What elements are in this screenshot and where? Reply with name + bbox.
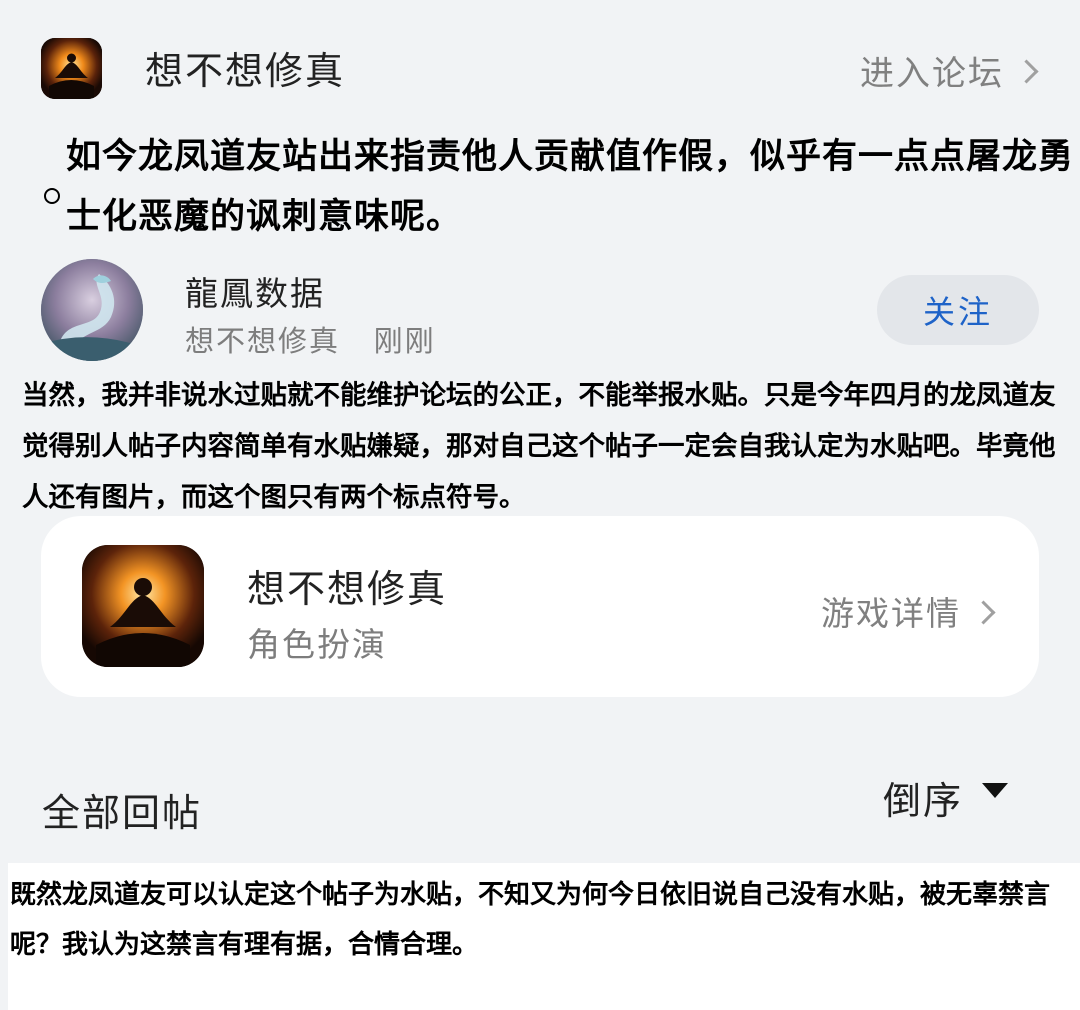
game-detail-label: 游戏详情: [821, 594, 961, 633]
game-category: 角色扮演: [247, 625, 387, 664]
avatar[interactable]: [41, 259, 143, 361]
post-body: 当然，我并非说水过贴就不能维护论坛的公正，不能举报水贴。只是今年四月的龙凤道友觉…: [22, 380, 1056, 513]
game-detail-link[interactable]: 游戏详情: [821, 587, 996, 635]
enter-forum-link[interactable]: 进入论坛: [860, 46, 1039, 95]
post-time: 刚刚: [373, 324, 436, 358]
chevron-right-icon: [1014, 59, 1039, 84]
game-icon[interactable]: [82, 545, 204, 667]
author-meta: 想不想修真 刚刚: [185, 318, 436, 360]
game-name: 想不想修真: [247, 567, 448, 611]
sort-order-toggle[interactable]: 倒序: [883, 770, 963, 825]
author-name[interactable]: 龍鳳数据: [185, 267, 325, 315]
enter-forum-label: 进入论坛: [860, 54, 1004, 94]
overlay-comment-line1: 如今龙凤道友站出来指责他人贡献值作假，似乎有一点点屠龙勇: [66, 137, 1075, 177]
caret-down-icon[interactable]: [982, 783, 1008, 798]
overlay-comment-line2: 士化恶魔的讽刺意味呢。: [66, 197, 463, 237]
author-forum: 想不想修真: [185, 324, 341, 358]
chevron-right-icon: [971, 599, 996, 625]
follow-button[interactable]: 关注: [877, 275, 1039, 345]
bottom-comment-text: 既然龙凤道友可以认定这个帖子为水贴，不知又为何今日依旧说自己没有水贴，被无辜禁言…: [10, 880, 1051, 960]
forum-name[interactable]: 想不想修真: [145, 40, 345, 95]
all-replies-title: 全部回帖: [42, 791, 203, 835]
forum-icon[interactable]: [41, 38, 102, 99]
overlay-period-mark: [44, 188, 60, 204]
